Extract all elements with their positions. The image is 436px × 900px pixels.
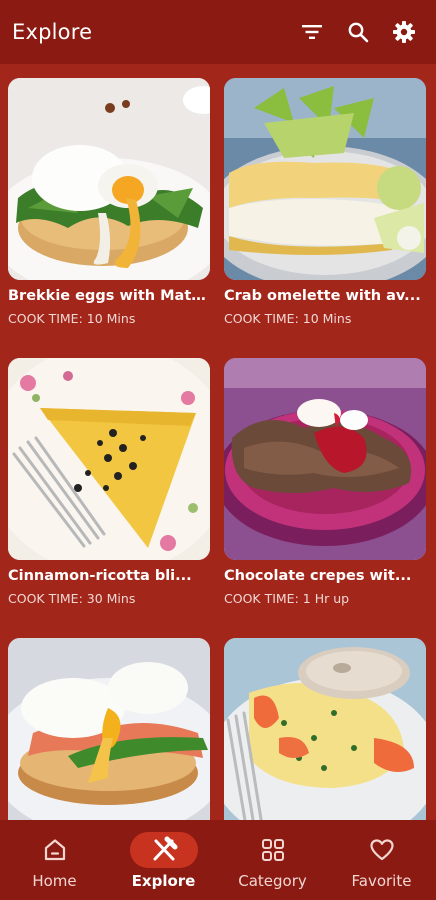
settings-gear-icon[interactable] bbox=[392, 20, 416, 44]
nav-explore[interactable]: Explore bbox=[109, 820, 218, 900]
page-title: Explore bbox=[12, 20, 93, 44]
recipe-image-crab-omelette bbox=[224, 78, 426, 280]
recipe-cook-time: COOK TIME: 10 Mins bbox=[8, 311, 136, 326]
grid-icon bbox=[261, 839, 284, 861]
recipe-grid: Brekkie eggs with Matt... COOK TIME: 10 … bbox=[0, 64, 436, 820]
nav-favorite[interactable]: Favorite bbox=[327, 820, 436, 900]
recipe-image-cinnamon-ricotta bbox=[8, 358, 210, 560]
recipe-title: Cinnamon-ricotta bli... bbox=[8, 568, 192, 584]
recipe-title: Chocolate crepes wit... bbox=[224, 568, 412, 584]
recipe-image-eggs-muffin bbox=[8, 638, 210, 820]
home-icon bbox=[44, 839, 65, 861]
recipe-cook-time: COOK TIME: 1 Hr up bbox=[224, 591, 350, 606]
recipe-card[interactable] bbox=[224, 638, 426, 820]
nav-label: Explore bbox=[131, 872, 196, 890]
nav-category[interactable]: Category bbox=[218, 820, 327, 900]
recipe-cook-time: COOK TIME: 30 Mins bbox=[8, 591, 136, 606]
recipe-card[interactable]: Brekkie eggs with Matt... COOK TIME: 10 … bbox=[8, 78, 210, 326]
recipe-card[interactable] bbox=[8, 638, 210, 820]
recipe-image-chocolate-crepes bbox=[224, 358, 426, 560]
fork-knife-icon bbox=[153, 836, 177, 861]
bottom-navigation: Home Explore Category Favorite bbox=[0, 820, 436, 900]
recipe-card[interactable]: Crab omelette with av... COOK TIME: 10 M… bbox=[224, 78, 426, 326]
filter-icon[interactable] bbox=[300, 20, 324, 44]
recipe-card[interactable]: Chocolate crepes wit... COOK TIME: 1 Hr … bbox=[224, 358, 426, 606]
recipe-card[interactable]: Cinnamon-ricotta bli... COOK TIME: 30 Mi… bbox=[8, 358, 210, 606]
recipe-image-bagel-scramble bbox=[224, 638, 426, 820]
recipe-title: Crab omelette with av... bbox=[224, 288, 421, 304]
nav-label: Favorite bbox=[351, 872, 412, 890]
top-app-bar: Explore bbox=[0, 0, 436, 64]
recipe-title: Brekkie eggs with Matt... bbox=[8, 288, 210, 304]
recipe-cook-time: COOK TIME: 10 Mins bbox=[224, 311, 352, 326]
nav-label: Home bbox=[32, 872, 77, 890]
heart-icon bbox=[369, 839, 394, 861]
search-icon[interactable] bbox=[346, 20, 370, 44]
recipe-image-brekkie-eggs bbox=[8, 78, 210, 280]
nav-label: Category bbox=[238, 872, 307, 890]
nav-home[interactable]: Home bbox=[0, 820, 109, 900]
